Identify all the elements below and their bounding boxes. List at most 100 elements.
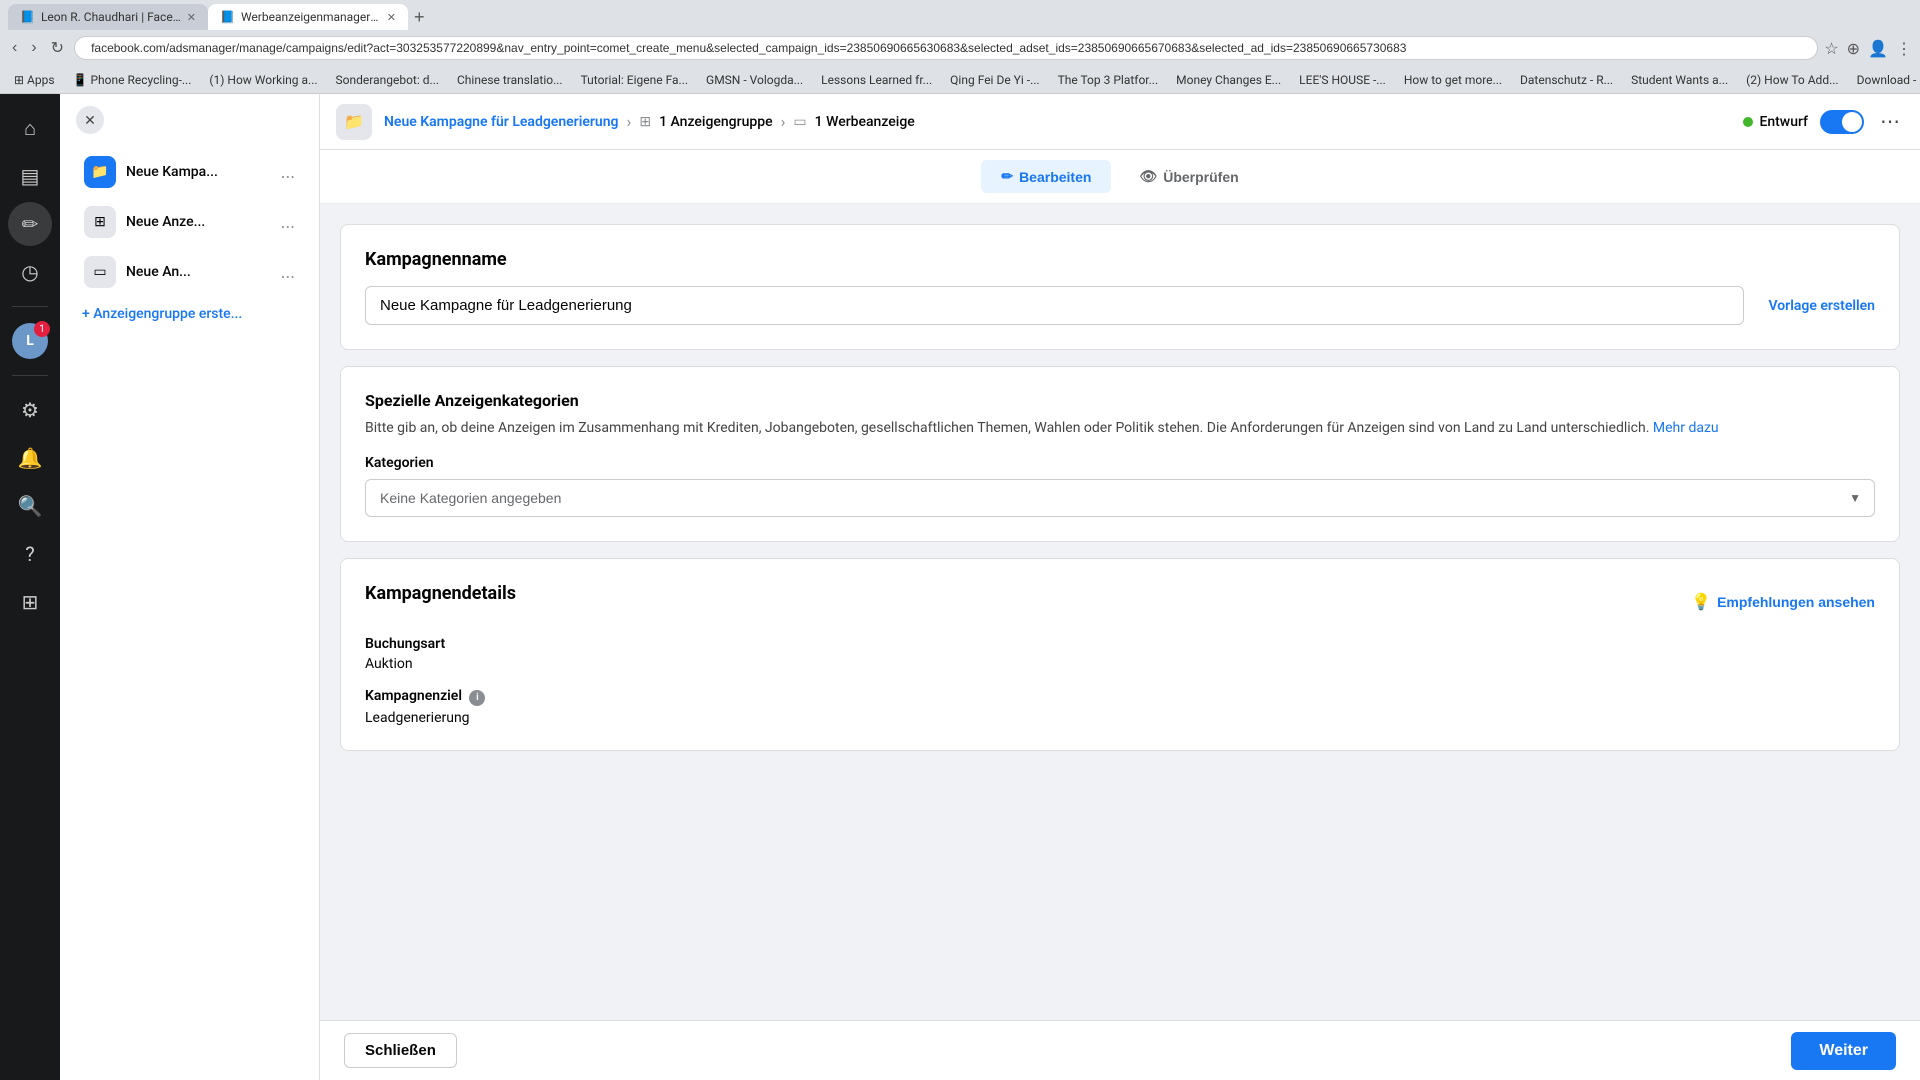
- status-dot: [1743, 117, 1753, 127]
- edit-pencil-icon: ✏: [22, 212, 39, 236]
- empfehlungen-label: Empfehlungen ansehen: [1717, 594, 1875, 610]
- table-icon: ⊞: [22, 590, 39, 614]
- kampagnenname-title: Kampagnenname: [365, 249, 1875, 270]
- ad-icon: ▭: [84, 256, 116, 288]
- bookmark-2[interactable]: (1) How Working a...: [203, 71, 323, 89]
- campaign-nav-label: Neue Kampa...: [126, 164, 281, 180]
- sidebar-icons: ⌂ ▤ ✏ ◷ L 1 ⚙ 🔔 🔍 ? ⊞: [0, 94, 60, 1080]
- bookmark-4[interactable]: Chinese translatio...: [451, 71, 569, 89]
- sidebar-icon-help[interactable]: ?: [8, 532, 52, 576]
- sidebar-icon-home[interactable]: ⌂: [8, 106, 52, 150]
- lightbulb-icon: 💡: [1691, 592, 1711, 612]
- adset-more-button[interactable]: ...: [281, 212, 295, 233]
- sidebar-icon-chart[interactable]: ▤: [8, 154, 52, 198]
- buchungsart-label: Buchungsart: [365, 636, 1875, 652]
- sidebar-icon-history[interactable]: ◷: [8, 250, 52, 294]
- sidebar-icon-search[interactable]: 🔍: [8, 484, 52, 528]
- sidebar-icon-table[interactable]: ⊞: [8, 580, 52, 624]
- status-toggle[interactable]: [1820, 110, 1864, 134]
- bookmark-16[interactable]: Download - Cooki...: [1851, 71, 1920, 89]
- top-bar-right: Entwurf ⋯: [1743, 105, 1904, 138]
- profile-icon[interactable]: 👤: [1868, 39, 1888, 58]
- back-button[interactable]: ‹: [8, 35, 21, 61]
- bookmark-15[interactable]: (2) How To Add...: [1740, 71, 1844, 89]
- browser-tabs: 📘 Leon R. Chaudhari | Facebook ✕ 📘 Werbe…: [8, 0, 1912, 30]
- breadcrumb: Neue Kampagne für Leadgenerierung › ⊞ 1 …: [384, 112, 1731, 131]
- nav-item-adset[interactable]: ⊞ Neue Anze... ...: [68, 198, 311, 246]
- content-area: 📁 Neue Kampagne für Leadgenerierung › ⊞ …: [320, 94, 1920, 1080]
- weiter-button[interactable]: Weiter: [1791, 1032, 1896, 1070]
- ad-symbol-icon: ▭: [93, 264, 106, 280]
- chart-icon: ▤: [21, 164, 40, 188]
- kategorien-dropdown-wrapper: Keine Kategorien angegeben: [365, 479, 1875, 517]
- vorlage-erstellen-link[interactable]: Vorlage erstellen: [1768, 298, 1875, 314]
- mehr-dazu-link[interactable]: Mehr dazu: [1653, 420, 1719, 436]
- clock-icon: ◷: [21, 260, 38, 284]
- ad-more-button[interactable]: ...: [281, 262, 295, 283]
- breadcrumb-adset[interactable]: 1 Anzeigengruppe: [659, 114, 773, 130]
- status-label: Entwurf: [1759, 114, 1808, 130]
- new-tab-button[interactable]: +: [408, 5, 431, 30]
- tab-close-facebook[interactable]: ✕: [187, 11, 196, 24]
- breadcrumb-adset-icon: ⊞: [639, 114, 651, 130]
- toggle-knob: [1842, 112, 1862, 132]
- pencil-tab-icon: ✏: [1001, 168, 1013, 185]
- bookmark-8[interactable]: Qing Fei De Yi -...: [944, 71, 1045, 89]
- bookmark-12[interactable]: How to get more...: [1398, 71, 1508, 89]
- sidebar-icon-edit[interactable]: ✏: [8, 202, 52, 246]
- tab-ueberpruefen[interactable]: 👁 Überprüfen: [1119, 160, 1258, 193]
- bookmark-9[interactable]: The Top 3 Platfor...: [1052, 71, 1165, 89]
- tab-close-adsmanager[interactable]: ✕: [387, 11, 396, 24]
- tab-ads-manager[interactable]: 📘 Werbeanzeigenmanager - W... ✕: [208, 4, 408, 30]
- bookmark-14[interactable]: Student Wants a...: [1625, 71, 1734, 89]
- empfehlungen-button[interactable]: 💡 Empfehlungen ansehen: [1691, 592, 1875, 612]
- campaign-more-button[interactable]: ...: [281, 162, 295, 183]
- tab-facebook[interactable]: 📘 Leon R. Chaudhari | Facebook ✕: [8, 4, 208, 30]
- bookmark-1[interactable]: 📱 Phone Recycling-...: [67, 71, 198, 89]
- breadcrumb-ad-icon: ▭: [793, 114, 806, 130]
- status-indicator: Entwurf: [1743, 114, 1808, 130]
- adset-symbol-icon: ⊞: [94, 214, 106, 230]
- nav-panel: ✕ 📁 Neue Kampa... ... ⊞ Neue Anze... ...…: [60, 94, 320, 1080]
- kampagnenziel-info-icon[interactable]: i: [469, 690, 485, 706]
- topbar-campaign-icon: 📁: [336, 104, 372, 140]
- schliessen-button[interactable]: Schließen: [344, 1033, 457, 1068]
- sidebar-icon-settings[interactable]: ⚙: [8, 388, 52, 432]
- bookmark-apps[interactable]: ⊞ Apps: [8, 71, 61, 89]
- browser-chrome: 📘 Leon R. Chaudhari | Facebook ✕ 📘 Werbe…: [0, 0, 1920, 30]
- bookmark-3[interactable]: Sonderangebot: d...: [330, 71, 445, 89]
- nav-item-ad[interactable]: ▭ Neue An... ...: [68, 248, 311, 296]
- breadcrumb-sep-1: ›: [627, 112, 632, 131]
- folder-icon: 📁: [91, 164, 108, 180]
- refresh-button[interactable]: ↻: [47, 34, 68, 62]
- campaign-folder-icon: 📁: [84, 156, 116, 188]
- nav-close-button[interactable]: ✕: [76, 106, 104, 134]
- tab-bearbeiten[interactable]: ✏ Bearbeiten: [981, 160, 1111, 193]
- breadcrumb-campaign[interactable]: Neue Kampagne für Leadgenerierung: [384, 114, 619, 130]
- address-bar-input[interactable]: [74, 36, 1818, 60]
- bookmark-10[interactable]: Money Changes E...: [1170, 71, 1287, 89]
- bookmark-6[interactable]: GMSN - Vologda...: [700, 71, 809, 89]
- forward-button[interactable]: ›: [27, 35, 40, 61]
- kategorien-dropdown[interactable]: Keine Kategorien angegeben: [365, 479, 1875, 517]
- breadcrumb-ad[interactable]: 1 Werbeanzeige: [815, 114, 915, 130]
- bookmark-13[interactable]: Datenschutz - R...: [1514, 71, 1619, 89]
- app-layout: ⌂ ▤ ✏ ◷ L 1 ⚙ 🔔 🔍 ? ⊞: [0, 94, 1920, 1080]
- sidebar-divider-1: [12, 306, 48, 307]
- bookmark-5[interactable]: Tutorial: Eigene Fa...: [575, 71, 694, 89]
- card-kampagnendetails: Kampagnendetails 💡 Empfehlungen ansehen …: [340, 558, 1900, 751]
- nav-item-campaign[interactable]: 📁 Neue Kampa... ...: [68, 148, 311, 196]
- star-icon[interactable]: ☆: [1824, 39, 1838, 58]
- sidebar-icon-avatar[interactable]: L 1: [8, 319, 52, 363]
- menu-icon[interactable]: ⋮: [1896, 39, 1912, 58]
- spezielle-description: Bitte gib an, ob deine Anzeigen im Zusam…: [365, 418, 1875, 439]
- bookmark-11[interactable]: LEE'S HOUSE -...: [1293, 71, 1392, 89]
- bookmark-7[interactable]: Lessons Learned fr...: [815, 71, 938, 89]
- extensions-icon[interactable]: ⊕: [1847, 39, 1860, 58]
- top-bar: 📁 Neue Kampagne für Leadgenerierung › ⊞ …: [320, 94, 1920, 150]
- add-adgroup-button[interactable]: + Anzeigengruppe erste...: [60, 298, 319, 330]
- ad-nav-label: Neue An...: [126, 264, 281, 280]
- more-options-button[interactable]: ⋯: [1876, 105, 1904, 138]
- sidebar-icon-bell[interactable]: 🔔: [8, 436, 52, 480]
- campaign-name-input[interactable]: [365, 286, 1744, 325]
